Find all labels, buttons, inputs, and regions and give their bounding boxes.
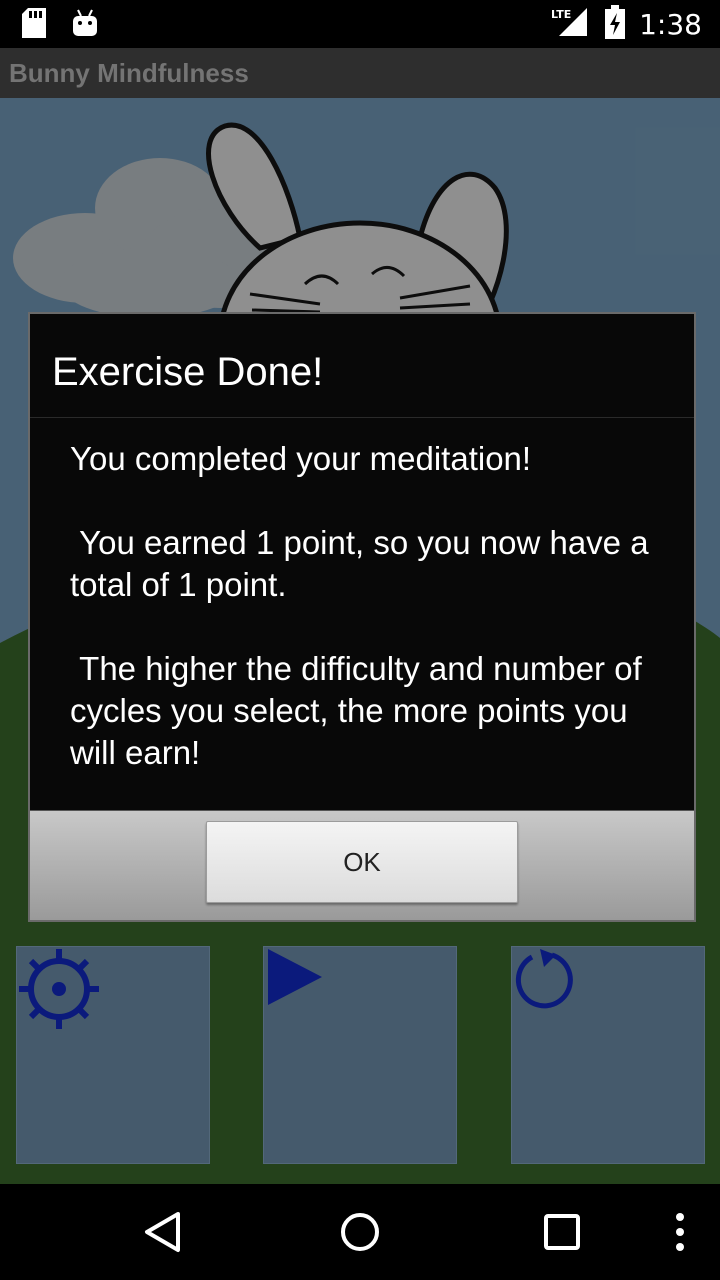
dialog-button-bar: OK bbox=[30, 810, 694, 920]
battery-charging-icon bbox=[605, 4, 626, 44]
app-title: Bunny Mindfulness bbox=[9, 58, 249, 88]
play-icon bbox=[268, 949, 322, 1005]
sd-card-icon bbox=[22, 8, 46, 43]
android-debug-icon bbox=[72, 8, 98, 43]
dialog-message-line: You earned 1 point, so you now have a to… bbox=[70, 524, 658, 603]
overflow-menu-icon bbox=[676, 1213, 684, 1251]
play-button[interactable] bbox=[263, 946, 457, 1164]
restart-icon bbox=[515, 949, 573, 1009]
overflow-menu-button[interactable] bbox=[664, 1206, 696, 1258]
action-bar: Bunny Mindfulness bbox=[0, 48, 720, 98]
recents-button[interactable] bbox=[538, 1206, 586, 1258]
dialog-title: Exercise Done! bbox=[52, 350, 324, 394]
back-button[interactable] bbox=[138, 1206, 186, 1258]
dialog-message-line: The higher the difficulty and number of … bbox=[70, 650, 651, 771]
ok-button[interactable]: OK bbox=[206, 821, 518, 903]
settings-gear-icon bbox=[19, 949, 99, 1029]
exercise-done-dialog: Exercise Done! You completed your medita… bbox=[28, 312, 696, 922]
lte-signal-icon: LTE bbox=[551, 6, 591, 43]
navigation-bar bbox=[0, 1184, 720, 1280]
svg-text:LTE: LTE bbox=[551, 8, 571, 21]
dialog-message-line: You completed your meditation! bbox=[70, 440, 532, 477]
settings-button[interactable] bbox=[16, 946, 210, 1164]
home-icon bbox=[341, 1213, 379, 1251]
recents-icon bbox=[544, 1214, 580, 1250]
dialog-message: You completed your meditation! You earne… bbox=[70, 438, 670, 774]
status-time: 1:38 bbox=[639, 7, 702, 41]
back-icon bbox=[145, 1212, 180, 1252]
home-button[interactable] bbox=[336, 1206, 384, 1258]
status-bar: LTE 1:38 bbox=[0, 0, 720, 48]
restart-button[interactable] bbox=[511, 946, 705, 1164]
dialog-header: Exercise Done! bbox=[30, 314, 694, 418]
